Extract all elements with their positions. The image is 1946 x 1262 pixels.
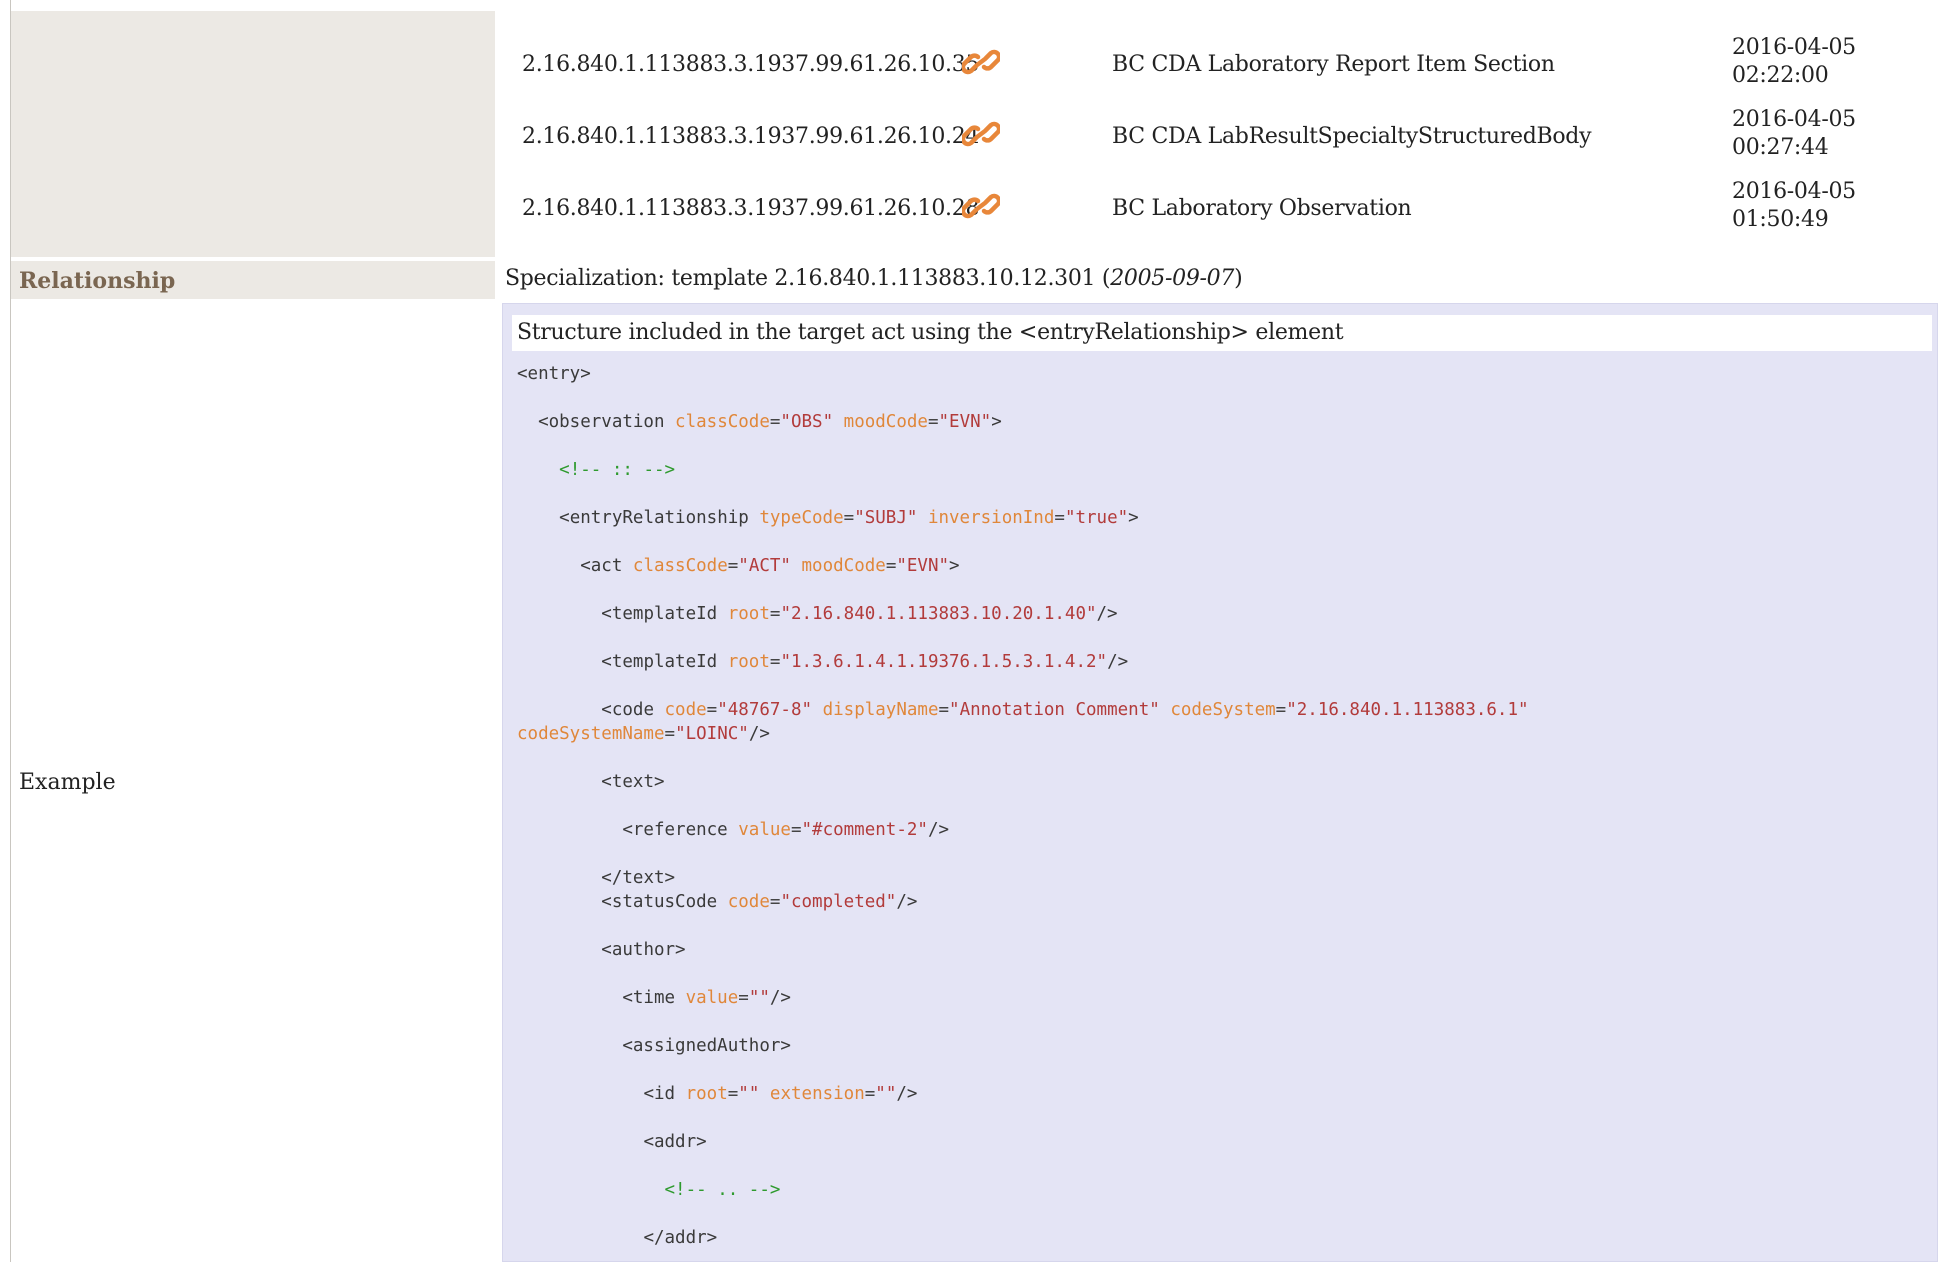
example-box: Structure included in the target act usi…	[502, 303, 1938, 1262]
relationship-label: Relationship	[19, 268, 176, 294]
link-icon[interactable]	[962, 188, 1000, 224]
relationship-date: 2005-09-07	[1110, 266, 1235, 291]
relationship-label-cell: Relationship	[11, 261, 495, 299]
template-oid: 2.16.840.1.113883.3.1937.99.61.26.10.35	[522, 52, 980, 77]
template-name: BC CDA LabResultSpecialtyStructuredBody	[1112, 124, 1592, 149]
template-date: 2016-04-05 00:27:44	[1732, 107, 1856, 160]
used-by-item: 2.16.840.1.113883.3.1937.99.61.26.10.24 …	[522, 102, 1942, 166]
link-icon[interactable]	[962, 116, 1000, 152]
template-date: 2016-04-05 01:50:49	[1732, 179, 1856, 232]
template-date: 2016-04-05 02:22:00	[1732, 35, 1856, 88]
example-label: Example	[19, 770, 116, 795]
example-label-cell: Example	[11, 303, 495, 1262]
template-oid: 2.16.840.1.113883.3.1937.99.61.26.10.28	[522, 196, 980, 221]
link-icon[interactable]	[962, 44, 1000, 80]
example-code: <entry> <observation classCode="OBS" moo…	[517, 364, 1529, 1248]
template-name: BC Laboratory Observation	[1112, 196, 1412, 221]
used-by-item: 2.16.840.1.113883.3.1937.99.61.26.10.28 …	[522, 174, 1942, 238]
example-caption: Structure included in the target act usi…	[512, 315, 1932, 351]
used-by-label-cell	[11, 11, 495, 257]
template-name: BC CDA Laboratory Report Item Section	[1112, 52, 1555, 77]
used-by-item: 2.16.840.1.113883.3.1937.99.61.26.10.35 …	[522, 30, 1942, 94]
template-oid: 2.16.840.1.113883.3.1937.99.61.26.10.24	[522, 124, 980, 149]
relationship-value: Specialization: template 2.16.840.1.1138…	[505, 266, 1243, 291]
